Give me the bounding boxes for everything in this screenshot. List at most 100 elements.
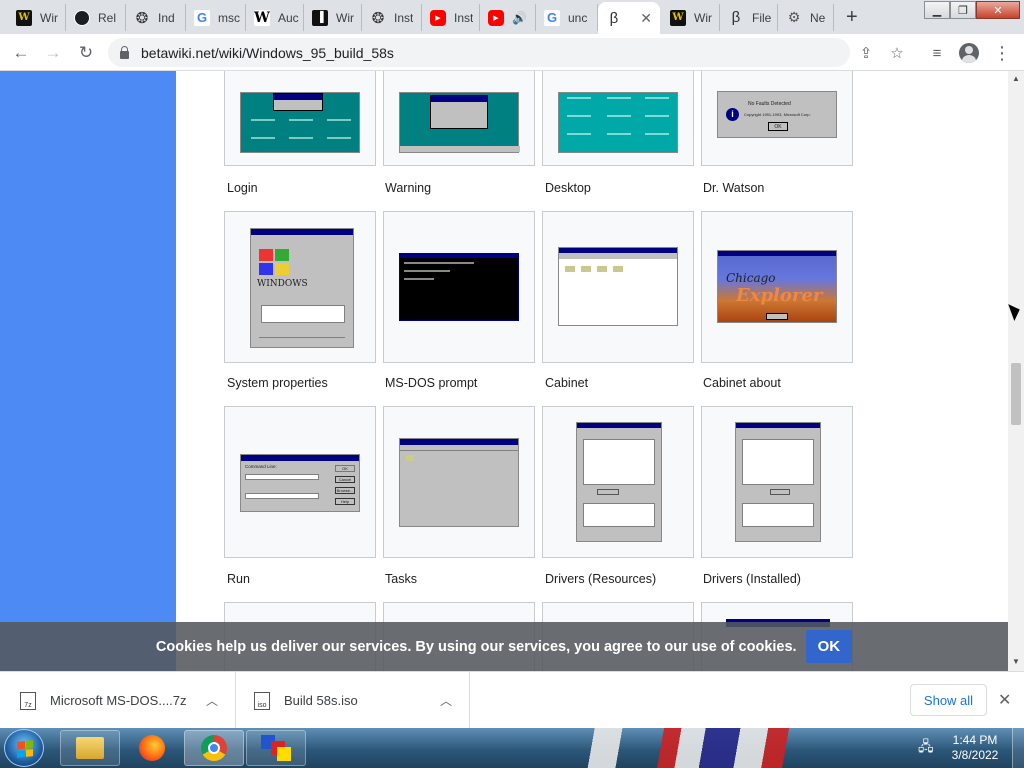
browser-tab[interactable]: Rel bbox=[66, 4, 126, 31]
browser-tab-active[interactable]: β ✕ bbox=[598, 2, 660, 34]
reload-button[interactable]: ↻ bbox=[74, 41, 98, 65]
minimize-button[interactable]: ▁ bbox=[924, 1, 950, 19]
run-browse-button: Browse... bbox=[335, 487, 355, 494]
browser-tab[interactable]: G unc bbox=[536, 4, 598, 31]
tab-title: Ne bbox=[810, 10, 826, 25]
youtube-icon: ▶ bbox=[488, 9, 504, 26]
tab-title: Wir bbox=[694, 10, 712, 25]
run-label: Command Line: bbox=[245, 464, 277, 469]
window-controls: ▁ ❐ ✕ bbox=[924, 1, 1020, 19]
gallery-thumb-ms-dos-prompt[interactable] bbox=[383, 211, 535, 363]
share-icon[interactable]: ⇪ bbox=[855, 42, 877, 64]
clock-time: 1:44 PM bbox=[952, 733, 998, 747]
lock-icon[interactable] bbox=[120, 45, 129, 59]
gallery-thumb-cabinet[interactable] bbox=[542, 211, 694, 363]
youtube-icon: ▶ bbox=[430, 9, 446, 26]
bookmark-star-icon[interactable]: ☆ bbox=[886, 42, 908, 64]
taskbar-clock[interactable]: 1:44 PM 3/8/2022 bbox=[946, 733, 1004, 763]
caption: Warning bbox=[385, 181, 432, 195]
betawiki-icon: β bbox=[609, 9, 619, 27]
browser-tab[interactable]: ▐ Wir bbox=[304, 4, 362, 31]
info-icon: i bbox=[726, 108, 739, 121]
desktop-wallpaper-peek bbox=[560, 728, 900, 768]
gallery-thumb-desktop[interactable] bbox=[542, 71, 694, 166]
download-item[interactable]: iso Build 58s.iso ︿ bbox=[236, 672, 470, 729]
clock-date: 3/8/2022 bbox=[951, 748, 999, 762]
download-item[interactable]: 7z Microsoft MS-DOS....7z ︿ bbox=[0, 672, 236, 729]
show-desktop-button[interactable] bbox=[1012, 728, 1024, 768]
browser-tab[interactable]: G msc bbox=[186, 4, 246, 31]
chevron-up-icon[interactable]: ︿ bbox=[206, 692, 218, 709]
gallery-thumb-dr-watson[interactable]: i No Faults Detected Copyright 1991-1993… bbox=[701, 71, 853, 166]
browser-tab[interactable]: ▶ Inst bbox=[422, 4, 480, 31]
virtualbox-icon bbox=[261, 735, 291, 761]
start-button[interactable] bbox=[4, 729, 44, 767]
gallery-thumb-drivers-installed[interactable] bbox=[701, 406, 853, 558]
dialog-ok-button: OK bbox=[768, 122, 788, 131]
tab-title: Auc bbox=[278, 10, 299, 25]
firefox-icon bbox=[139, 735, 165, 761]
chevron-up-icon[interactable]: ︿ bbox=[440, 692, 452, 709]
cookie-ok-button[interactable]: OK bbox=[805, 630, 853, 663]
screenshot-image: WINDOWS bbox=[250, 228, 354, 348]
left-sidebar-background bbox=[0, 71, 176, 671]
dialog-text: No Faults Detected bbox=[748, 101, 791, 107]
screenshot-image bbox=[399, 438, 519, 527]
restore-button[interactable]: ❐ bbox=[950, 1, 976, 19]
screenshot-image bbox=[558, 92, 678, 153]
scroll-down-icon[interactable]: ▼ bbox=[1012, 657, 1020, 666]
new-tab-button[interactable]: + bbox=[846, 6, 858, 29]
museum-icon: ▐ bbox=[312, 9, 328, 26]
browser-tab[interactable]: ❂ Ind bbox=[126, 4, 186, 31]
browser-tab[interactable]: β File bbox=[720, 4, 778, 31]
screenshot-image bbox=[576, 422, 662, 542]
close-download-shelf-icon[interactable]: ✕ bbox=[998, 690, 1011, 710]
browser-tab[interactable]: W Auc bbox=[246, 4, 304, 31]
screenshot-image bbox=[735, 422, 821, 542]
gallery-thumb-drivers-resources[interactable] bbox=[542, 406, 694, 558]
forward-button[interactable]: → bbox=[41, 41, 65, 65]
github-icon bbox=[74, 9, 90, 26]
gallery-thumb-run[interactable]: Command Line: OK Cancel Browse... Help bbox=[224, 406, 376, 558]
tab-title: Wir bbox=[40, 10, 58, 25]
system-tray: 🖧 bbox=[910, 728, 934, 768]
close-tab-icon[interactable]: ✕ bbox=[640, 10, 652, 27]
browser-tab[interactable]: ❂ Inst bbox=[362, 4, 422, 31]
tab-title: Inst bbox=[394, 10, 414, 25]
taskbar-firefox[interactable] bbox=[122, 730, 182, 766]
taskbar-virtualbox[interactable] bbox=[246, 730, 306, 766]
run-help-button: Help bbox=[335, 498, 355, 505]
address-bar[interactable]: betawiki.net/wiki/Windows_95_build_58s bbox=[108, 38, 850, 67]
vertical-scrollbar[interactable]: ▲ ▼ bbox=[1008, 71, 1024, 671]
gallery-thumb-warning[interactable] bbox=[383, 71, 535, 166]
taskbar-chrome[interactable] bbox=[184, 730, 244, 766]
cookie-banner: Cookies help us deliver our services. By… bbox=[0, 622, 1008, 671]
back-button[interactable]: ← bbox=[9, 41, 33, 65]
browser-tab[interactable]: W Wir bbox=[662, 4, 720, 31]
browser-toolbar: ← → ↻ betawiki.net/wiki/Windows_95_build… bbox=[0, 34, 1024, 71]
tab-title: msc bbox=[218, 10, 240, 25]
screenshot-image: Chicago Explorer bbox=[717, 250, 837, 323]
gallery-thumb-system-properties[interactable]: WINDOWS bbox=[224, 211, 376, 363]
gallery-thumb-login[interactable] bbox=[224, 71, 376, 166]
show-all-downloads-button[interactable]: Show all bbox=[910, 684, 987, 716]
scrollbar-thumb[interactable] bbox=[1011, 363, 1021, 425]
network-icon[interactable]: 🖧 bbox=[918, 736, 934, 760]
profile-button[interactable] bbox=[958, 42, 980, 64]
reading-list-icon[interactable]: ≡ bbox=[926, 42, 948, 64]
speaker-icon: 🔊 bbox=[512, 10, 527, 25]
browser-tab[interactable]: W Wir bbox=[8, 4, 66, 31]
browser-tab[interactable]: ⚙ Ne bbox=[778, 4, 834, 31]
caption: Run bbox=[227, 572, 250, 586]
gallery-thumb-tasks[interactable] bbox=[383, 406, 535, 558]
gallery-thumb-cabinet-about[interactable]: Chicago Explorer bbox=[701, 211, 853, 363]
logo-text: Chicago bbox=[726, 271, 776, 285]
scroll-up-icon[interactable]: ▲ bbox=[1012, 74, 1020, 83]
taskbar-file-explorer[interactable] bbox=[60, 730, 120, 766]
close-window-button[interactable]: ✕ bbox=[976, 1, 1020, 19]
url-text[interactable]: betawiki.net/wiki/Windows_95_build_58s bbox=[141, 45, 394, 61]
menu-kebab-icon[interactable]: ⋮ bbox=[991, 42, 1013, 64]
taskbar: 🖧 1:44 PM 3/8/2022 bbox=[0, 728, 1024, 768]
caption: Dr. Watson bbox=[703, 181, 765, 195]
browser-tab[interactable]: ▶ 🔊 bbox=[480, 4, 536, 31]
